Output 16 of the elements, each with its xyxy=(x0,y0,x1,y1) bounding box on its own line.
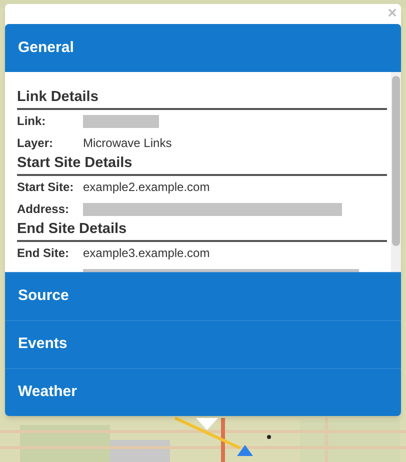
field-label: Link: xyxy=(17,114,46,128)
section-header[interactable]: Events xyxy=(5,320,401,368)
field-value: example2.example.com xyxy=(83,179,210,196)
section-heading: End Site Details xyxy=(17,220,387,242)
field-label: End Site: xyxy=(17,246,70,260)
field-value: Microwave Links xyxy=(83,135,172,152)
field-label: Layer: xyxy=(17,136,54,150)
field-label: Start Site: xyxy=(17,180,74,194)
field-value: example3.example.com xyxy=(83,245,210,262)
section-header[interactable]: General xyxy=(5,24,401,72)
section-header[interactable]: Weather xyxy=(5,368,401,416)
section-heading: Start Site Details xyxy=(17,154,387,176)
section-heading: Link Details xyxy=(17,88,387,110)
section-header[interactable]: Source xyxy=(5,272,401,320)
field-label: Address: xyxy=(17,202,70,216)
popup-pointer xyxy=(196,418,218,430)
